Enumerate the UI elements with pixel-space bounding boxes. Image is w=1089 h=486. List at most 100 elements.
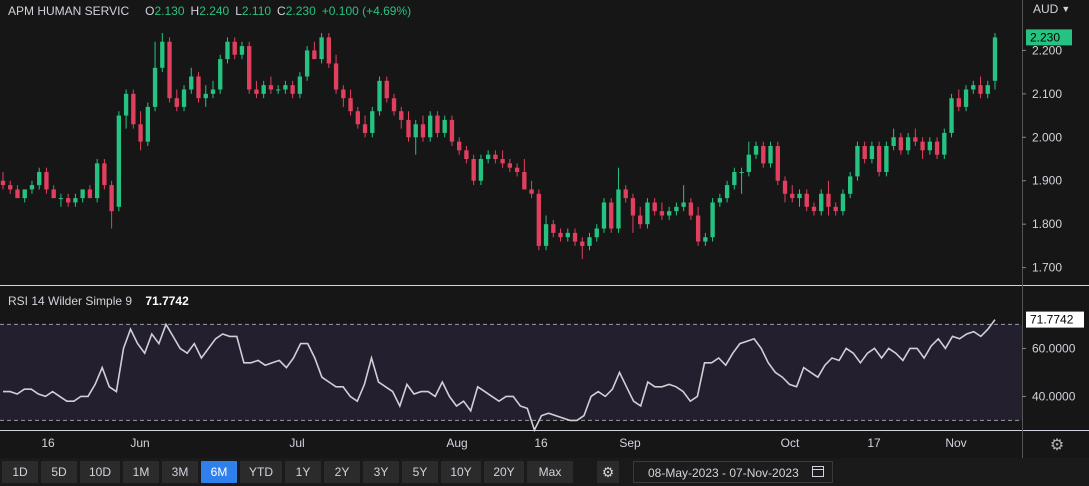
range-button-1d[interactable]: 1D [2, 461, 38, 483]
currency-selector[interactable]: AUD ▼ [1033, 2, 1070, 16]
candle-body [572, 232, 578, 242]
currency-label: AUD [1033, 2, 1059, 16]
candle[interactable] [449, 115, 455, 146]
candle-body [247, 46, 252, 90]
candle-body [797, 193, 802, 199]
candle[interactable] [471, 154, 476, 186]
candle-body [312, 50, 317, 60]
range-button-20y[interactable]: 20Y [484, 461, 524, 483]
open-value: 2.130 [154, 4, 185, 18]
date-range-text: 08-May-2023 - 07-Nov-2023 [648, 466, 799, 480]
candle-body [645, 202, 650, 225]
candle[interactable] [102, 159, 107, 190]
y-tick-label: 2.100 [1032, 87, 1062, 101]
candle-body [601, 202, 607, 229]
gear-icon[interactable]: ⚙ [597, 461, 619, 483]
candle[interactable] [428, 111, 433, 142]
candle-body [51, 189, 56, 199]
candle-body [65, 198, 71, 203]
range-button-6m[interactable]: 6M [201, 461, 237, 483]
candle[interactable] [609, 198, 614, 233]
candle-body [913, 137, 918, 142]
candle[interactable] [304, 46, 310, 81]
candle[interactable] [775, 141, 780, 186]
candle[interactable] [377, 76, 382, 116]
candle-body [210, 89, 216, 94]
candle-body [666, 211, 672, 216]
range-button-max[interactable]: Max [527, 461, 573, 483]
candle[interactable] [884, 141, 889, 177]
range-button-ytd[interactable]: YTD [240, 461, 282, 483]
settings-icon[interactable]: ⚙ [1047, 435, 1067, 455]
rsi-band [0, 324, 1022, 421]
candle[interactable] [645, 198, 650, 229]
candle[interactable] [855, 141, 860, 181]
candle-body [920, 141, 925, 151]
stock-chart-widget: 2.200 2.100 2.000 1.900 1.800 1.700 60.0000 40.… [0, 0, 1089, 486]
candle-body [739, 172, 744, 174]
candle-body [232, 41, 237, 55]
candle-body [8, 185, 13, 190]
candle-body [804, 193, 809, 207]
candle[interactable] [218, 54, 223, 94]
x-tick-label: Nov [945, 436, 966, 450]
candle-body [971, 85, 976, 90]
candle[interactable] [710, 198, 715, 242]
candle-body [341, 89, 346, 99]
candle[interactable] [536, 189, 541, 251]
range-button-5d[interactable]: 5D [41, 461, 77, 483]
symbol-name: APM HUMAN SERVIC [8, 4, 130, 18]
candle-body [116, 115, 122, 207]
candle[interactable] [196, 72, 201, 103]
candle[interactable] [601, 198, 607, 233]
candle-body [659, 211, 665, 216]
range-button-3y[interactable]: 3Y [363, 461, 399, 483]
range-button-5y[interactable]: 5Y [402, 461, 438, 483]
candle-body [15, 189, 20, 199]
candle[interactable] [319, 33, 324, 64]
range-button-1m[interactable]: 1M [123, 461, 159, 483]
candle-body [391, 98, 397, 112]
high-label: H [190, 4, 200, 18]
candle[interactable] [145, 102, 150, 146]
candle[interactable] [94, 159, 100, 203]
rsi-legend: RSI 14 Wilder Simple 9 71.7742 [8, 294, 189, 308]
candle-body [239, 46, 245, 55]
range-button-10y[interactable]: 10Y [441, 461, 481, 483]
x-tick-label: 16 [534, 436, 548, 450]
candle-body [905, 137, 911, 151]
candle-body [73, 198, 78, 203]
candle-body [956, 98, 961, 107]
candle[interactable] [167, 37, 172, 103]
candle[interactable] [116, 111, 122, 212]
x-tick-label: Aug [446, 436, 467, 450]
candle[interactable] [131, 89, 136, 129]
date-range-picker[interactable]: 08-May-2023 - 07-Nov-2023 [633, 461, 833, 483]
candle[interactable] [949, 93, 954, 138]
range-button-3m[interactable]: 3M [162, 461, 198, 483]
candle-body [131, 93, 136, 125]
candle-body [833, 206, 838, 212]
rsi-value-tag-label: 71.7742 [1030, 313, 1074, 327]
range-button-2y[interactable]: 2Y [324, 461, 360, 483]
candle[interactable] [370, 106, 375, 138]
candle-body [942, 132, 947, 155]
range-button-10d[interactable]: 10D [80, 461, 120, 483]
candle-body [500, 159, 505, 164]
candle-body [275, 89, 281, 91]
range-button-1y[interactable]: 1Y [285, 461, 321, 483]
candle-body [225, 41, 230, 60]
candle-body [297, 76, 303, 94]
candle[interactable] [326, 33, 332, 68]
candle-body [94, 163, 100, 199]
candle[interactable] [876, 141, 882, 177]
chart-canvas[interactable]: 2.200 2.100 2.000 1.900 1.800 1.700 60.0000 40.… [0, 0, 1089, 458]
candle[interactable] [942, 128, 947, 160]
y-tick-label: 2.000 [1032, 130, 1062, 144]
candle-body [123, 93, 129, 116]
candle[interactable] [478, 154, 484, 186]
candle[interactable] [247, 41, 252, 94]
candle-body [261, 85, 266, 94]
x-tick-label: Jun [130, 436, 149, 450]
candle-body [681, 202, 686, 207]
